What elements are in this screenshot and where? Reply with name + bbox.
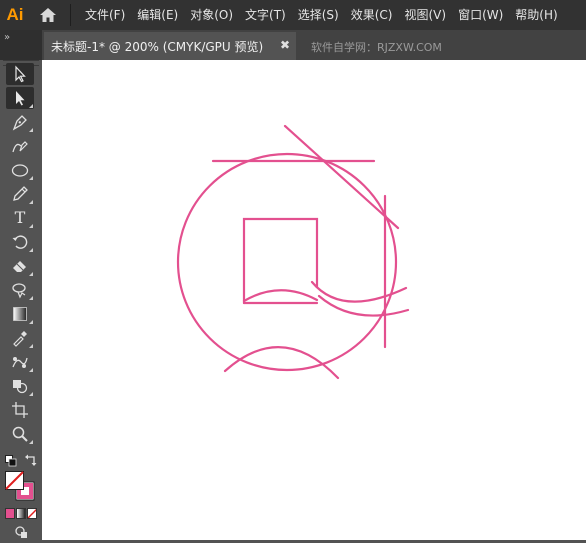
- ellipse-icon: [11, 164, 29, 177]
- menu-view[interactable]: 视图(V): [398, 0, 452, 30]
- screen-mode-icon: [15, 526, 27, 538]
- tool-rotate[interactable]: [6, 231, 34, 253]
- document-tab-title: 未标题-1* @ 200% (CMYK/GPU 预览): [51, 39, 264, 54]
- screen-mode-button[interactable]: [14, 524, 28, 538]
- tool-type[interactable]: T: [6, 207, 34, 229]
- menu-edit[interactable]: 编辑(E): [131, 0, 184, 30]
- selection-icon: [15, 65, 26, 83]
- bottom-arc[interactable]: [223, 346, 340, 380]
- tab-document[interactable]: 未标题-1* @ 200% (CMYK/GPU 预览) ✖: [44, 32, 296, 60]
- tool-more-indicator: [29, 272, 33, 276]
- tool-curvature[interactable]: [6, 135, 34, 157]
- diagonal-line[interactable]: [283, 124, 400, 230]
- watermark-text: 软件自学网：RJZXW.COM: [311, 41, 442, 54]
- tool-more-indicator: [29, 368, 33, 372]
- menu-object[interactable]: 对象(O): [184, 0, 239, 30]
- type-icon: T: [14, 208, 26, 227]
- right-wave-lower[interactable]: [317, 294, 410, 317]
- curvature-icon: [12, 141, 28, 153]
- eyedropper-icon: [13, 331, 27, 347]
- tool-zoom[interactable]: [6, 423, 34, 445]
- collapse-icon: »: [4, 32, 10, 43]
- tool-more-indicator: [29, 296, 33, 300]
- tool-more-indicator: [29, 320, 33, 324]
- tool-pen[interactable]: [6, 111, 34, 133]
- tool-more-indicator: [29, 440, 33, 444]
- artboard-icon: [12, 402, 28, 418]
- artwork: [176, 124, 410, 380]
- none-mode-button[interactable]: [27, 508, 37, 519]
- gradient-mode-button[interactable]: [16, 508, 26, 519]
- tool-pencil[interactable]: [6, 183, 34, 205]
- tool-ellipse[interactable]: [6, 159, 34, 181]
- tool-more-indicator: [29, 392, 33, 396]
- menu-type[interactable]: 文字(T): [239, 0, 292, 30]
- tool-blend[interactable]: [6, 351, 34, 373]
- swap-colors-button[interactable]: [24, 452, 38, 466]
- menu-window[interactable]: 窗口(W): [452, 0, 509, 30]
- tool-more-indicator: [29, 128, 33, 132]
- panel-collapse-button[interactable]: »: [0, 30, 42, 60]
- menu-select[interactable]: 选择(S): [292, 0, 345, 30]
- tool-lasso[interactable]: [6, 279, 34, 301]
- app-logo: Ai: [6, 5, 24, 24]
- tools-panel: T: [0, 60, 42, 540]
- tool-more-indicator: [29, 344, 33, 348]
- color-mode-button[interactable]: [5, 508, 15, 519]
- gradient-icon: [13, 307, 27, 321]
- menu-separator: [70, 4, 71, 26]
- tool-direct-selection[interactable]: [6, 87, 34, 109]
- color-mode-buttons: [5, 508, 37, 519]
- tool-eyedropper[interactable]: [6, 327, 34, 349]
- close-icon[interactable]: ✖: [280, 38, 290, 52]
- tab-bar: » 未标题-1* @ 200% (CMYK/GPU 预览) ✖ 软件自学网：RJ…: [0, 30, 586, 60]
- tool-more-indicator: [29, 248, 33, 252]
- rectangle-arc[interactable]: [242, 289, 319, 303]
- large-circle[interactable]: [176, 152, 398, 372]
- tool-more-indicator: [29, 200, 33, 204]
- tool-eraser[interactable]: [6, 255, 34, 277]
- pen-icon: [12, 115, 27, 131]
- swap-icon: [25, 454, 37, 466]
- blend-icon: [12, 357, 28, 368]
- tool-gradient[interactable]: [6, 303, 34, 325]
- menu-file[interactable]: 文件(F): [79, 0, 131, 30]
- default-colors-icon: [5, 455, 17, 467]
- tool-shape-builder[interactable]: [6, 375, 34, 397]
- menu-effect[interactable]: 效果(C): [345, 0, 399, 30]
- none-icon: [28, 509, 36, 518]
- lasso-icon: [12, 283, 26, 299]
- tool-more-indicator: [29, 176, 33, 180]
- default-colors-button[interactable]: [5, 452, 17, 467]
- fill-stroke-swatches[interactable]: [4, 470, 38, 504]
- tool-artboard[interactable]: [6, 399, 34, 421]
- home-button[interactable]: [34, 0, 62, 30]
- artboard-canvas[interactable]: [42, 60, 586, 540]
- eraser-icon: [13, 261, 26, 272]
- shape-builder-icon: [13, 380, 28, 394]
- fill-stroke-icon: [5, 471, 35, 501]
- pencil-icon: [13, 186, 28, 201]
- rotate-icon: [12, 235, 28, 249]
- home-icon: [40, 8, 56, 22]
- tool-selection[interactable]: [6, 63, 34, 85]
- menubar: Ai 文件(F) 编辑(E) 对象(O) 文字(T) 选择(S) 效果(C) 视…: [0, 0, 586, 30]
- menu-help[interactable]: 帮助(H): [509, 0, 563, 30]
- zoom-icon: [12, 426, 28, 442]
- menu-items: 文件(F) 编辑(E) 对象(O) 文字(T) 选择(S) 效果(C) 视图(V…: [79, 0, 564, 30]
- direct-selection-icon: [16, 91, 25, 106]
- tool-more-indicator: [29, 104, 33, 108]
- tool-more-indicator: [29, 224, 33, 228]
